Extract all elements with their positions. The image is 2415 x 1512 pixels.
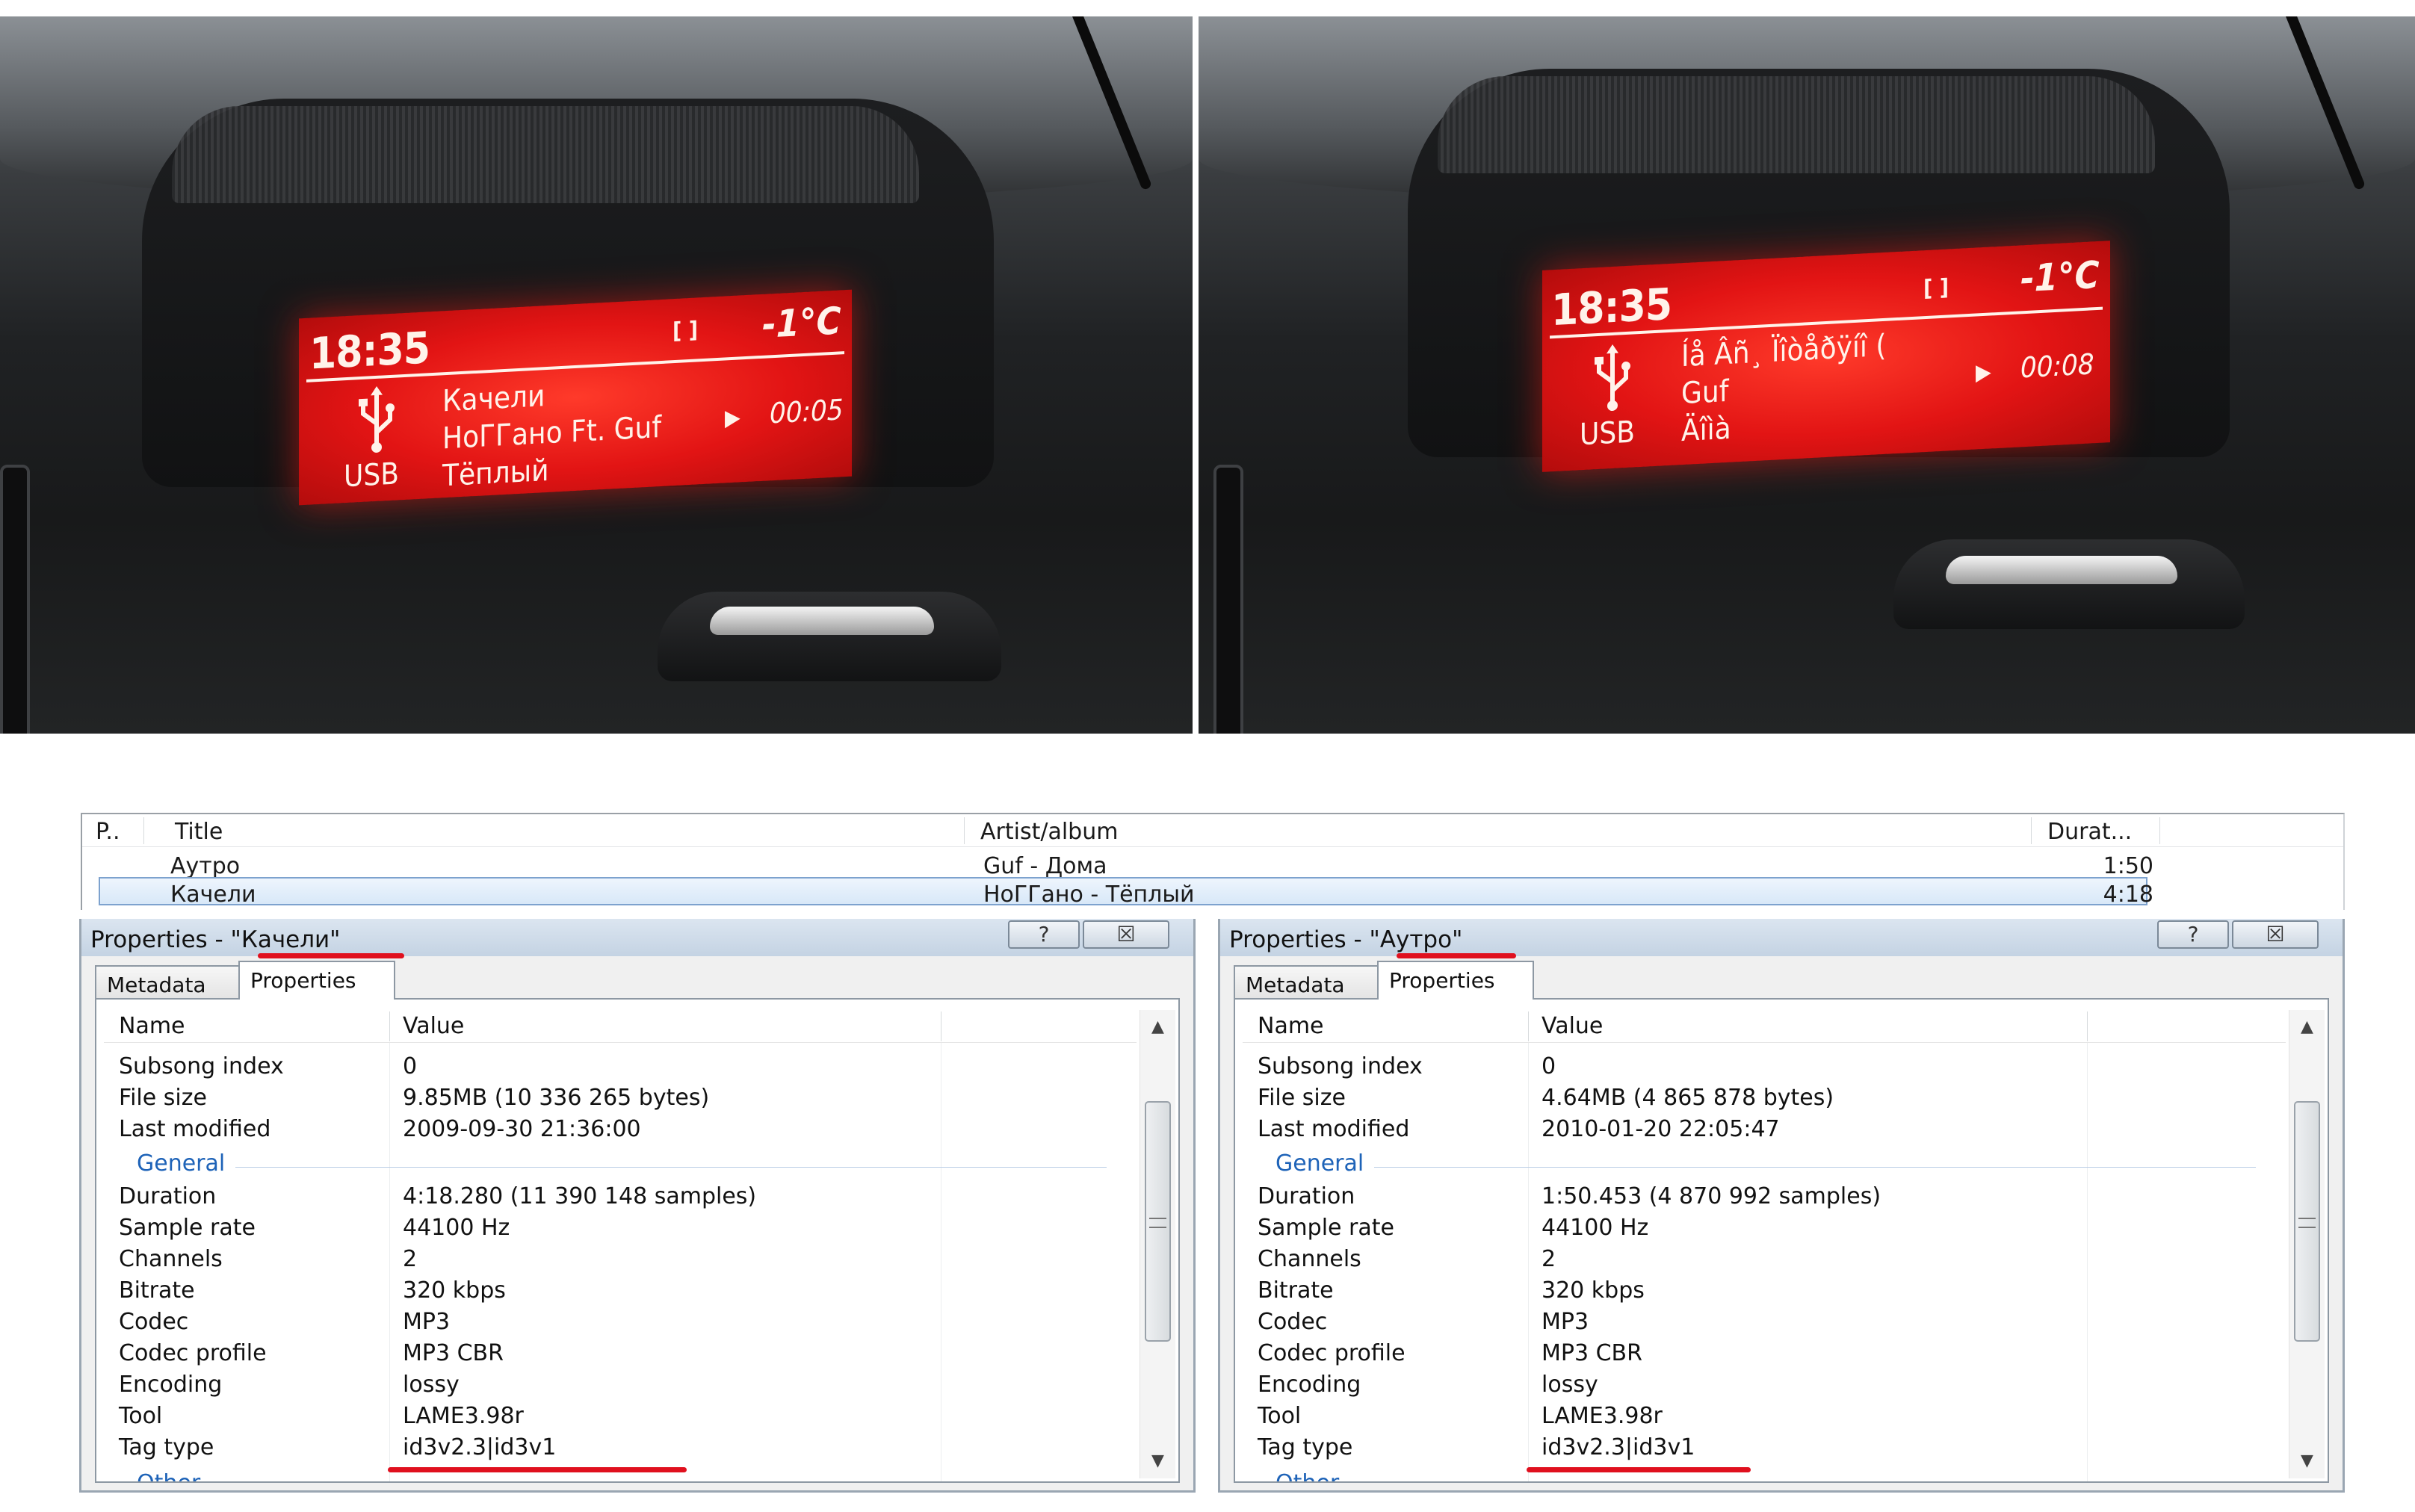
playlist-row[interactable]: Аутро Guf - Дома 1:50 [99,849,2313,879]
property-row[interactable]: Subsong index 0 [1243,1053,2286,1085]
usb-icon [359,385,395,453]
col-duration[interactable]: Durat... [2047,819,2132,845]
display-elapsed: 00:05 [770,393,844,430]
playlist-view[interactable]: P.. Title Artist/album Durat... Аутро Gu… [81,813,2345,910]
grip-icon [1149,1218,1166,1228]
property-row[interactable]: Subsong index 0 [104,1053,1137,1085]
help-button[interactable]: ? [2157,920,2229,949]
display-track-artist: Guf [1681,374,1729,412]
title-highlight [258,953,404,958]
display-temperature: -1°C [762,299,841,347]
scroll-down-icon[interactable]: ▼ [1140,1444,1175,1478]
play-icon: ▶ [725,404,740,432]
speaker-grille [172,106,919,203]
property-row[interactable]: Bitrate 320 kbps [1243,1277,2286,1309]
list-header: Name Value [104,1010,1137,1043]
display-clock: 18:35 [309,322,430,379]
properties-list[interactable]: Name Value Subsong index 0 File size 9.85M… [104,1010,1137,1481]
properties-window-autro: Properties - "Аутро" ? ☒ Metadata Proper… [1218,919,2345,1493]
tab-metadata[interactable]: Metadata [1234,965,1380,1000]
property-row[interactable]: Codec profile MP3 CBR [104,1340,1137,1372]
property-row[interactable]: Last modified 2010-01-20 22:05:47 [1243,1116,2286,1147]
speaker-grille [1438,76,2155,173]
usb-icon [1595,344,1630,411]
properties-window-kacheli: Properties - "Качели" ? ☒ Metadata Prope… [79,919,1196,1493]
col-title[interactable]: Title [175,819,223,845]
glovebox-handle [1893,539,2245,629]
property-row[interactable]: Channels 2 [1243,1246,2286,1277]
property-row-tag-type[interactable]: Tag type id3v2.3|id3v1 [104,1434,1137,1466]
car-display-photo-right: 18:35 [ ] -1°C USB Íå Âñ¸ Ïîòåðÿíî ( Guf… [1199,16,2415,734]
property-row[interactable]: Last modified 2009-09-30 21:36:00 [104,1116,1137,1147]
display-clock: 18:35 [1551,278,1672,336]
property-row[interactable]: File size 4.64MB (4 865 878 bytes) [1243,1085,2286,1116]
display-source: USB [1580,415,1635,453]
property-row[interactable]: Channels 2 [104,1246,1137,1277]
close-button[interactable]: ☒ [2232,920,2319,949]
property-row[interactable]: Tool LAME3.98r [1243,1403,2286,1434]
handle-reflection [710,607,934,635]
help-button[interactable]: ? [1008,920,1080,949]
handle-reflection [1946,556,2177,584]
display-source: USB [344,456,399,495]
playlist-row-selected[interactable]: Качели НоГГано - Тёплый 4:18 [99,877,2153,908]
property-row[interactable]: Encoding lossy [104,1372,1137,1403]
tab-metadata[interactable]: Metadata [95,965,241,1000]
properties-panel: Name Value Subsong index 0 File size 4.64M… [1234,998,2329,1483]
display-track-album: Äîìà [1681,411,1731,449]
properties-panel: Name Value Subsong index 0 File size 9.85M… [95,998,1180,1483]
title-highlight [1397,953,1516,958]
property-row-tag-type[interactable]: Tag type id3v2.3|id3v1 [1243,1434,2286,1466]
grip-icon [2298,1218,2316,1228]
display-temperature: -1°C [2020,252,2100,301]
display-elapsed: 00:08 [2020,347,2094,385]
property-row[interactable]: Encoding lossy [1243,1372,2286,1403]
radio-display: 18:35 [ ] -1°C USB Качели НоГГано Ft. Gu… [299,289,852,506]
property-row[interactable]: Duration 1:50.453 (4 870 992 samples) [1243,1183,2286,1215]
col-value[interactable]: Value [403,1013,464,1039]
radio-display: 18:35 [ ] -1°C USB Íå Âñ¸ Ïîòåðÿíî ( Guf… [1542,241,2110,472]
col-name[interactable]: Name [1258,1013,1324,1039]
property-row[interactable]: Sample rate 44100 Hz [104,1215,1137,1246]
property-row[interactable]: Codec MP3 [1243,1309,2286,1340]
property-row[interactable]: File size 9.85MB (10 336 265 bytes) [104,1085,1137,1116]
air-vent [0,465,30,734]
group-general: General [1243,1150,2286,1182]
vertical-scrollbar[interactable]: ▲ ▼ [1140,1010,1175,1478]
air-vent [1213,465,1243,734]
scroll-up-icon[interactable]: ▲ [2289,1010,2325,1044]
glovebox-handle [658,592,1001,681]
close-button[interactable]: ☒ [1083,920,1169,949]
properties-list[interactable]: Name Value Subsong index 0 File size 4.64M… [1243,1010,2286,1481]
display-track-title: Качели [442,379,545,419]
display-brackets: [ ] [1923,274,1949,303]
scroll-down-icon[interactable]: ▼ [2289,1444,2325,1478]
tab-properties[interactable]: Properties [1377,961,1534,1000]
scroll-up-icon[interactable]: ▲ [1140,1010,1175,1044]
list-header: Name Value [1243,1010,2286,1043]
display-track-title: Íå Âñ¸ Ïîòåðÿíî ( [1681,328,1887,374]
property-row[interactable]: Bitrate 320 kbps [104,1277,1137,1309]
property-row[interactable]: Sample rate 44100 Hz [1243,1215,2286,1246]
display-track-album: Тёплый [442,453,549,494]
col-playing[interactable]: P.. [96,819,120,845]
col-value[interactable]: Value [1542,1013,1603,1039]
group-other: Other [1243,1470,2286,1481]
col-artist-album[interactable]: Artist/album [980,819,1118,845]
property-row[interactable]: Codec MP3 [104,1309,1137,1340]
car-display-photo-left: 18:35 [ ] -1°C USB Качели НоГГано Ft. Gu… [0,16,1193,734]
display-brackets: [ ] [672,317,699,345]
tab-properties[interactable]: Properties [238,961,395,1000]
property-row[interactable]: Tool LAME3.98r [104,1403,1137,1434]
group-general: General [104,1150,1137,1182]
property-row[interactable]: Duration 4:18.280 (11 390 148 samples) [104,1183,1137,1215]
property-row[interactable]: Codec profile MP3 CBR [1243,1340,2286,1372]
col-name[interactable]: Name [119,1013,185,1039]
play-icon: ▶ [1976,359,1991,386]
playlist-header: P.. Title Artist/album Durat... [82,814,2343,847]
vertical-scrollbar[interactable]: ▲ ▼ [2289,1010,2325,1478]
group-other: Other [104,1470,1137,1481]
